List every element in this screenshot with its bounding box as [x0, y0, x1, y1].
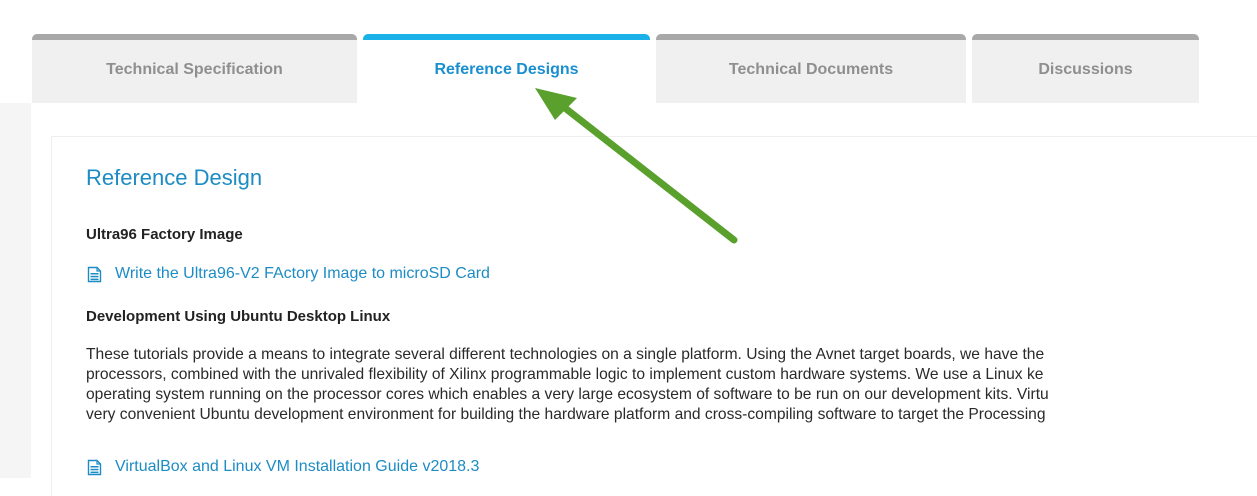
document-icon	[86, 266, 103, 283]
paragraph-line: operating system running on the processo…	[86, 386, 1049, 403]
section-heading: Reference Design	[86, 165, 263, 190]
subheading-ubuntu-development: Development Using Ubuntu Desktop Linux	[86, 308, 391, 325]
paragraph-line: These tutorials provide a means to integ…	[86, 346, 1045, 363]
paragraph-line: very convenient Ubuntu development envir…	[86, 406, 1046, 423]
tab-discussions[interactable]: Discussions	[972, 34, 1199, 103]
link-write-factory-image[interactable]: Write the Ultra96-V2 FActory Image to mi…	[86, 265, 490, 283]
link-label: Write the Ultra96-V2 FActory Image to mi…	[115, 265, 490, 282]
description-paragraph: These tutorials provide a means to integ…	[86, 345, 1257, 425]
tab-label: Discussions	[1038, 60, 1133, 78]
tab-technical-specification[interactable]: Technical Specification	[32, 34, 357, 103]
tab-technical-documents[interactable]: Technical Documents	[656, 34, 966, 103]
tab-label: Technical Documents	[728, 60, 894, 78]
link-virtualbox-guide[interactable]: VirtualBox and Linux VM Installation Gui…	[86, 458, 479, 476]
tab-label: Reference Designs	[434, 60, 579, 78]
tab-reference-designs[interactable]: Reference Designs	[363, 34, 650, 103]
subheading-factory-image: Ultra96 Factory Image	[86, 226, 243, 243]
document-icon	[86, 459, 103, 476]
link-label: VirtualBox and Linux VM Installation Gui…	[115, 458, 480, 475]
tab-label: Technical Specification	[106, 60, 283, 78]
content-card	[31, 103, 1257, 496]
paragraph-line: processors, combined with the unrivaled …	[86, 366, 1044, 383]
tab-bar: Technical Specification Reference Design…	[0, 0, 1257, 103]
